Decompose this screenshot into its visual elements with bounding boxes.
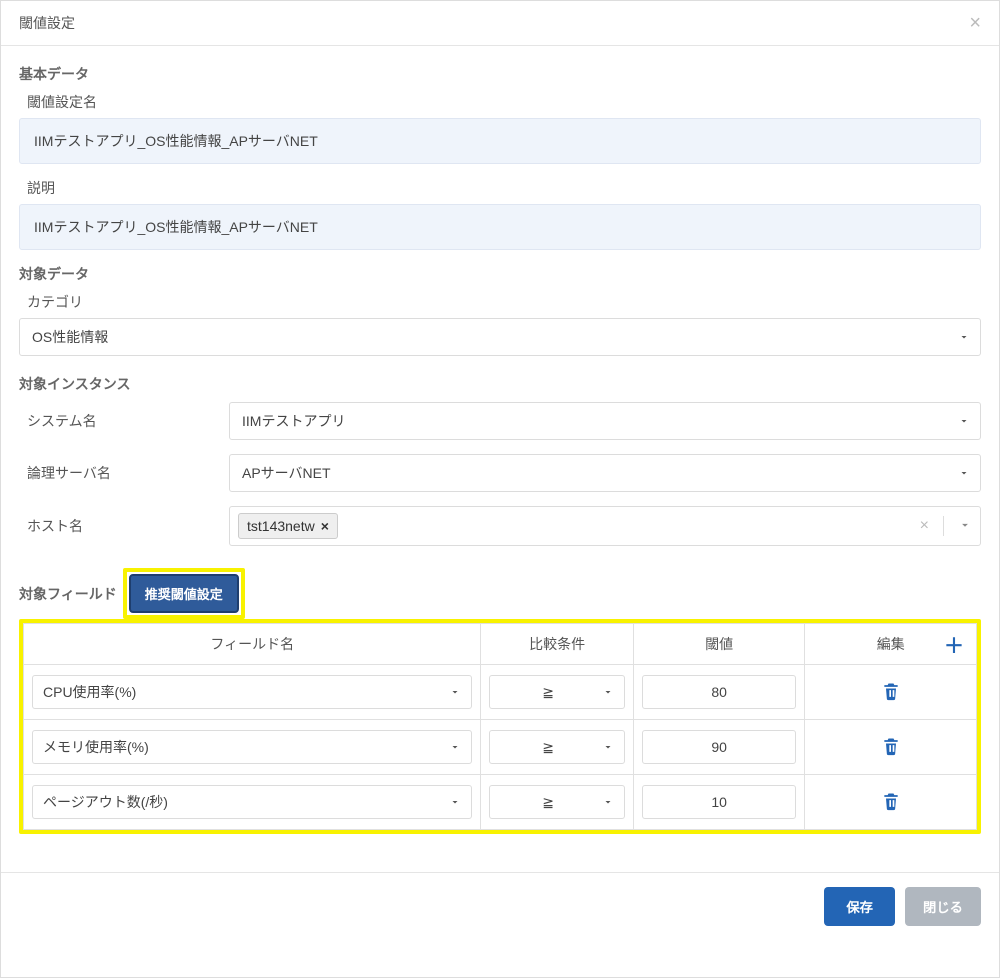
clear-all-icon[interactable]: × <box>920 517 929 535</box>
close-icon[interactable]: × <box>969 13 981 33</box>
field-select[interactable]: メモリ使用率(%) <box>32 730 472 764</box>
dialog-title: 閾値設定 <box>19 13 75 33</box>
delete-row-icon[interactable] <box>881 791 901 814</box>
threshold-input[interactable] <box>642 675 797 709</box>
divider <box>943 516 944 536</box>
section-basic: 基本データ <box>19 64 981 84</box>
description-label: 説明 <box>27 178 981 198</box>
host-tag[interactable]: tst143netw × <box>238 513 338 539</box>
category-label: カテゴリ <box>27 292 981 312</box>
section-target-fields: 対象フィールド <box>19 584 117 604</box>
logical-server-label: 論理サーバ名 <box>19 463 229 483</box>
host-tag-label: tst143netw <box>247 518 315 534</box>
op-select[interactable]: ≧ <box>489 730 624 764</box>
field-select[interactable]: CPU使用率(%) <box>32 675 472 709</box>
field-select[interactable]: ページアウト数(/秒) <box>32 785 472 819</box>
threshold-input[interactable] <box>642 730 797 764</box>
recommend-threshold-button[interactable]: 推奨閾値設定 <box>129 574 239 613</box>
category-select[interactable]: OS性能情報 <box>19 318 981 356</box>
delete-row-icon[interactable] <box>881 681 901 704</box>
delete-row-icon[interactable] <box>881 736 901 759</box>
col-edit-header: 編集 ＋ <box>805 624 977 665</box>
save-button[interactable]: 保存 <box>824 887 895 926</box>
host-name-input[interactable]: tst143netw × × <box>229 506 981 546</box>
col-threshold-header: 閾値 <box>633 624 805 665</box>
remove-tag-icon[interactable]: × <box>321 518 329 534</box>
add-row-icon[interactable]: ＋ <box>944 630 964 659</box>
threshold-name-value: IIMテストアプリ_OS性能情報_APサーバNET <box>19 118 981 164</box>
op-select[interactable]: ≧ <box>489 675 624 709</box>
table-row: ページアウト数(/秒) ≧ <box>24 775 977 830</box>
threshold-name-label: 閾値設定名 <box>27 92 981 112</box>
description-value: IIMテストアプリ_OS性能情報_APサーバNET <box>19 204 981 250</box>
system-name-label: システム名 <box>19 411 229 431</box>
fields-table: フィールド名 比較条件 閾値 編集 ＋ CPU使用率(%) ≧ <box>23 623 977 830</box>
table-row: CPU使用率(%) ≧ <box>24 665 977 720</box>
close-button[interactable]: 閉じる <box>905 887 981 926</box>
table-row: メモリ使用率(%) ≧ <box>24 720 977 775</box>
section-target-instance: 対象インスタンス <box>19 374 981 394</box>
chevron-down-icon[interactable] <box>958 518 972 535</box>
threshold-input[interactable] <box>642 785 797 819</box>
section-target-data: 対象データ <box>19 264 981 284</box>
col-op-header: 比較条件 <box>481 624 633 665</box>
logical-server-select[interactable]: APサーバNET <box>229 454 981 492</box>
host-name-label: ホスト名 <box>19 516 229 536</box>
system-name-select[interactable]: IIMテストアプリ <box>229 402 981 440</box>
op-select[interactable]: ≧ <box>489 785 624 819</box>
col-field-header: フィールド名 <box>24 624 481 665</box>
